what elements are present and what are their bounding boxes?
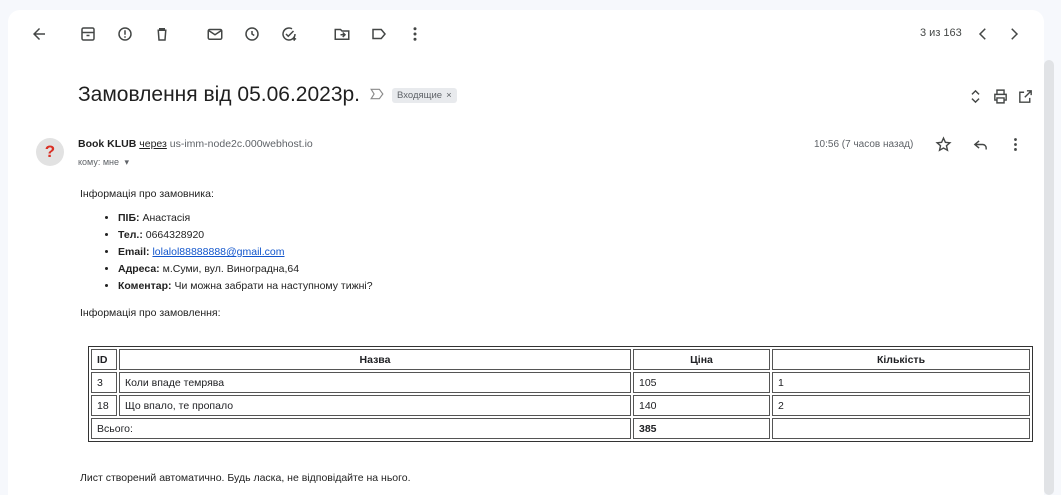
print-icon[interactable]	[990, 86, 1010, 106]
subject-row: Замовлення від 05.06.2023р. Входящие ×	[78, 78, 457, 112]
label-icon[interactable]	[368, 23, 390, 45]
inbox-label-text: Входящие	[397, 89, 443, 101]
table-row: 18 Що впало, те пропало 140 2	[91, 395, 1030, 416]
field-email: Email: lolalol88888888@gmail.com	[118, 244, 1030, 261]
cell-price: 105	[633, 372, 770, 393]
recipient-dropdown-icon[interactable]: ▾	[125, 157, 130, 167]
back-arrow-icon[interactable]	[28, 23, 50, 45]
chevron-left-icon[interactable]	[972, 23, 994, 45]
importance-marker-icon[interactable]	[370, 87, 384, 104]
customer-fields: ПІБ: Анастасія Тел.: 0664328920 Email: l…	[80, 210, 1030, 295]
recipient-text: кому: мне	[78, 157, 119, 167]
report-spam-icon[interactable]	[114, 23, 136, 45]
header-price: Ціна	[633, 349, 770, 370]
customer-heading: Інформація про замовника:	[80, 188, 214, 200]
total-value: 385	[633, 418, 770, 439]
sender-avatar[interactable]: ?	[36, 138, 64, 166]
remove-label-icon[interactable]: ×	[446, 90, 452, 101]
cell-id: 18	[91, 395, 117, 416]
cell-qty: 2	[772, 395, 1030, 416]
move-to-icon[interactable]	[331, 23, 353, 45]
open-new-window-icon[interactable]	[1015, 86, 1035, 106]
delete-icon[interactable]	[151, 23, 173, 45]
cell-name: Що впало, те пропало	[119, 395, 631, 416]
sender-address: us-imm-node2c.000webhost.io	[169, 138, 313, 150]
archive-icon[interactable]	[77, 23, 99, 45]
mark-unread-icon[interactable]	[204, 23, 226, 45]
message-subject: Замовлення від 05.06.2023р.	[78, 83, 361, 106]
field-address: Адреса: м.Суми, вул. Виноградна,64	[118, 261, 1030, 278]
message-view: 3 из 163 Замовлення від 05.06.2023р. Вхо…	[8, 10, 1044, 495]
star-icon[interactable]	[933, 134, 953, 154]
message-time: 10:56 (7 часов назад)	[814, 139, 914, 150]
total-label: Всього:	[91, 418, 631, 439]
auto-footer-note: Лист створений автоматично. Будь ласка, …	[80, 472, 411, 484]
more-options-icon[interactable]	[1005, 134, 1025, 154]
cell-price: 140	[633, 395, 770, 416]
header-id: ID	[91, 349, 117, 370]
via-link[interactable]: через	[139, 138, 167, 150]
cell-qty: 1	[772, 372, 1030, 393]
add-task-icon[interactable]	[278, 23, 300, 45]
total-empty-cell	[772, 418, 1030, 439]
pager-count: 3 из 163	[920, 27, 962, 39]
recipient-line[interactable]: кому: мне ▾	[78, 157, 129, 168]
table-header-row: ID Назва Ціна Кількість	[91, 349, 1030, 370]
cell-id: 3	[91, 372, 117, 393]
order-table: ID Назва Ціна Кількість 3 Коли впаде тем…	[88, 346, 1033, 442]
toolbar: 3 из 163	[8, 10, 1044, 58]
expand-collapse-icon[interactable]	[965, 86, 985, 106]
field-comment: Коментар: Чи можна забрати на наступному…	[118, 278, 1030, 295]
scrollbar[interactable]	[1044, 60, 1054, 495]
message-body: Інформація про замовника: ПІБ: Анастасія…	[80, 188, 1030, 319]
field-phone: Тел.: 0664328920	[118, 227, 1030, 244]
table-total-row: Всього: 385	[91, 418, 1030, 439]
sender-line: Book KLUB через us-imm-node2c.000webhost…	[78, 138, 313, 150]
chevron-right-icon[interactable]	[1003, 23, 1025, 45]
header-name: Назва	[119, 349, 631, 370]
order-heading: Інформація про замовлення:	[80, 307, 221, 319]
cell-name: Коли впаде темрява	[119, 372, 631, 393]
more-vert-icon[interactable]	[404, 23, 426, 45]
header-qty: Кількість	[772, 349, 1030, 370]
reply-icon[interactable]	[970, 134, 990, 154]
inbox-label-chip[interactable]: Входящие ×	[392, 87, 457, 103]
email-link[interactable]: lolalol88888888@gmail.com	[152, 246, 284, 258]
snooze-icon[interactable]	[241, 23, 263, 45]
table-row: 3 Коли впаде темрява 105 1	[91, 372, 1030, 393]
field-name: ПІБ: Анастасія	[118, 210, 1030, 227]
sender-name[interactable]: Book KLUB	[78, 138, 136, 150]
